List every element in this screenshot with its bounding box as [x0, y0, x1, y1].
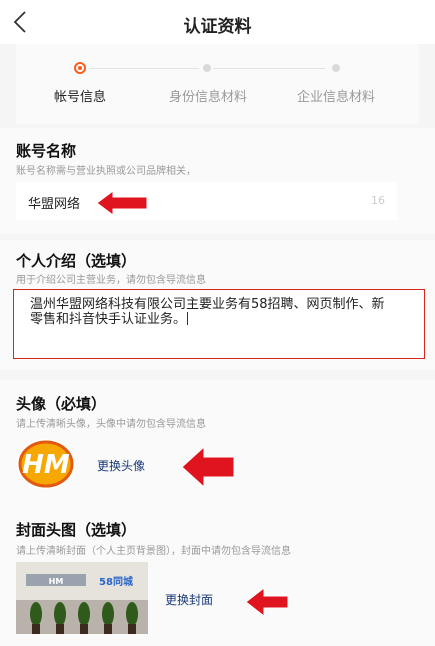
char-counter: 16	[371, 194, 385, 207]
intro-textarea[interactable]: 温州华盟网络科技有限公司主要业务有58招聘、网页制作、新零售和抖音快手认证业务。	[13, 289, 425, 359]
step-indicator: 帐号信息 身份信息材料 企业信息材料	[16, 44, 419, 124]
avatar-title: 头像（必填）	[16, 395, 107, 413]
intro-text: 温州华盟网络科技有限公司主要业务有58招聘、网页制作、新零售和抖音快手认证业务。	[30, 297, 390, 327]
step-label-account: 帐号信息	[53, 90, 106, 105]
cover-title: 封面头图（选填）	[16, 521, 137, 539]
step-label-company: 企业信息材料	[296, 90, 375, 105]
intro-value: 温州华盟网络科技有限公司主要业务有58招聘、网页制作、新零售和抖音快手认证业务。	[30, 297, 385, 327]
avatar-logo-text: HM	[22, 450, 70, 480]
left-arrow-annotation	[97, 190, 148, 216]
intro-title: 个人介绍（选填）	[16, 252, 137, 270]
account-hint: 账号名称需与营业执照或公司品牌相关，	[16, 166, 196, 177]
change-avatar-link[interactable]: 更换头像	[97, 457, 145, 474]
account-title: 账号名称	[16, 142, 77, 160]
account-name-value: 华盟网络	[28, 197, 81, 212]
step-label-identity: 身份信息材料	[168, 90, 247, 105]
intro-hint: 用于介绍公司主营业务，请勿包含导流信息	[16, 275, 206, 286]
step-line	[89, 68, 199, 69]
step-line	[213, 68, 325, 69]
nav-bar: 认证资料	[0, 0, 435, 44]
step-dot-active	[74, 62, 86, 74]
change-cover-link[interactable]: 更换封面	[165, 591, 213, 608]
step-dot	[203, 64, 211, 72]
cover-sign-text: 58同城	[99, 575, 133, 588]
page-title: 认证资料	[183, 17, 252, 37]
svg-text:HM: HM	[49, 577, 64, 586]
cover-image[interactable]: HM 58同城	[16, 562, 148, 634]
avatar-hint: 请上传清晰头像，头像中请勿包含导流信息	[16, 419, 206, 430]
text-caret	[187, 312, 189, 325]
step-dot	[332, 64, 340, 72]
cover-hint: 请上传清晰封面（个人主页背景图），封面中请勿包含导流信息	[16, 546, 291, 557]
left-arrow-annotation	[182, 445, 235, 489]
left-arrow-annotation	[246, 586, 289, 618]
account-name-input[interactable]: 华盟网络 16	[16, 182, 397, 220]
avatar-logo[interactable]: HM	[16, 437, 76, 491]
